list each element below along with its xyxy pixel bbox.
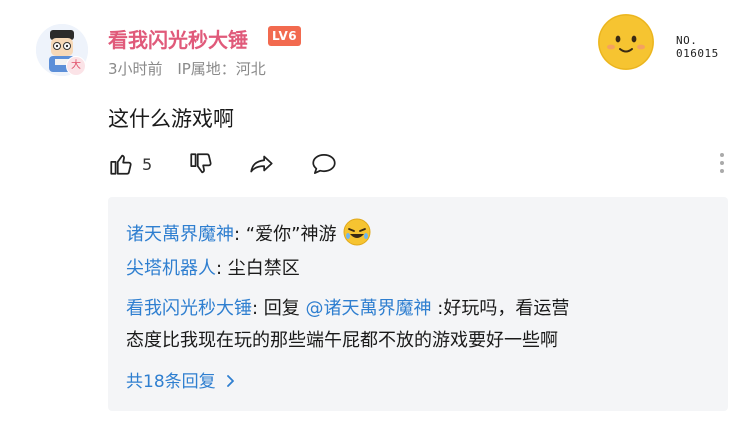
reply-separator: : xyxy=(216,258,228,279)
view-all-replies-label: 共18条回复 xyxy=(126,372,216,392)
comment-text: 这什么游戏啊 xyxy=(108,107,234,131)
smiley-face-icon xyxy=(598,14,654,70)
avatar-badge: 大 xyxy=(66,56,86,76)
reply-item[interactable]: 看我闪光秒大锤: 回复 @诸天萬界魔神 :好玩吗，看运营 xyxy=(126,293,711,325)
reply-prefix: 回复 xyxy=(263,298,306,319)
reply-text: :好玩吗，看运营 xyxy=(431,298,570,319)
comment-time: 3小时前 xyxy=(108,60,163,78)
dislike-button[interactable] xyxy=(188,148,214,180)
reply-item[interactable]: 诸天萬界魔神: “爱你”神游 xyxy=(126,217,711,251)
reply-item[interactable]: 尖塔机器人: 尘白禁区 xyxy=(126,253,711,285)
share-icon xyxy=(250,155,273,173)
thumbs-down-icon xyxy=(190,153,212,174)
thumbs-up-icon xyxy=(110,154,132,175)
reply-mention[interactable]: @诸天萬界魔神 xyxy=(306,298,432,319)
view-all-replies-link[interactable]: 共18条回复 xyxy=(126,367,237,392)
like-count: 5 xyxy=(142,154,153,174)
reply-username[interactable]: 看我闪光秒大锤 xyxy=(126,298,252,319)
reply-text: 尘白禁区 xyxy=(227,258,300,279)
reply-preview-box[interactable]: 诸天萬界魔神: “爱你”神游 尖塔机器人: 尘白禁区 看我闪光秒大锤: 回复 @… xyxy=(108,197,728,411)
reply-username[interactable]: 尖塔机器人 xyxy=(126,258,216,279)
more-options-button[interactable] xyxy=(718,150,726,180)
ip-location: IP属地：河北 xyxy=(177,60,266,78)
comment-bubble-icon xyxy=(312,153,336,175)
more-vertical-icon xyxy=(720,153,724,173)
reply-separator: : xyxy=(252,298,264,319)
reply-username[interactable]: 诸天萬界魔神 xyxy=(126,224,234,245)
level-badge: LV6 xyxy=(268,26,302,46)
fan-medal-icon xyxy=(598,14,654,70)
chevron-right-icon xyxy=(227,375,234,387)
reply-text: “爱你”神游 xyxy=(245,224,337,245)
laughing-emoji-icon xyxy=(343,218,371,246)
comment-meta: 3小时前 IP属地：河北 xyxy=(108,58,266,79)
fan-number-value: 016015 xyxy=(676,47,719,60)
reply-button[interactable] xyxy=(310,148,338,180)
comment-username[interactable]: 看我闪光秒大锤 xyxy=(108,24,248,53)
like-button[interactable]: 5 xyxy=(108,148,152,180)
share-button[interactable] xyxy=(248,148,276,180)
fan-number-prefix: NO. xyxy=(676,34,698,47)
fan-medal-number: NO. 016015 xyxy=(676,34,719,60)
reply-separator: : xyxy=(234,224,246,245)
reply-text-continuation: 态度比我现在玩的那些端午屁都不放的游戏要好一些啊 xyxy=(126,330,558,351)
comment-action-bar: 5 xyxy=(108,148,728,180)
